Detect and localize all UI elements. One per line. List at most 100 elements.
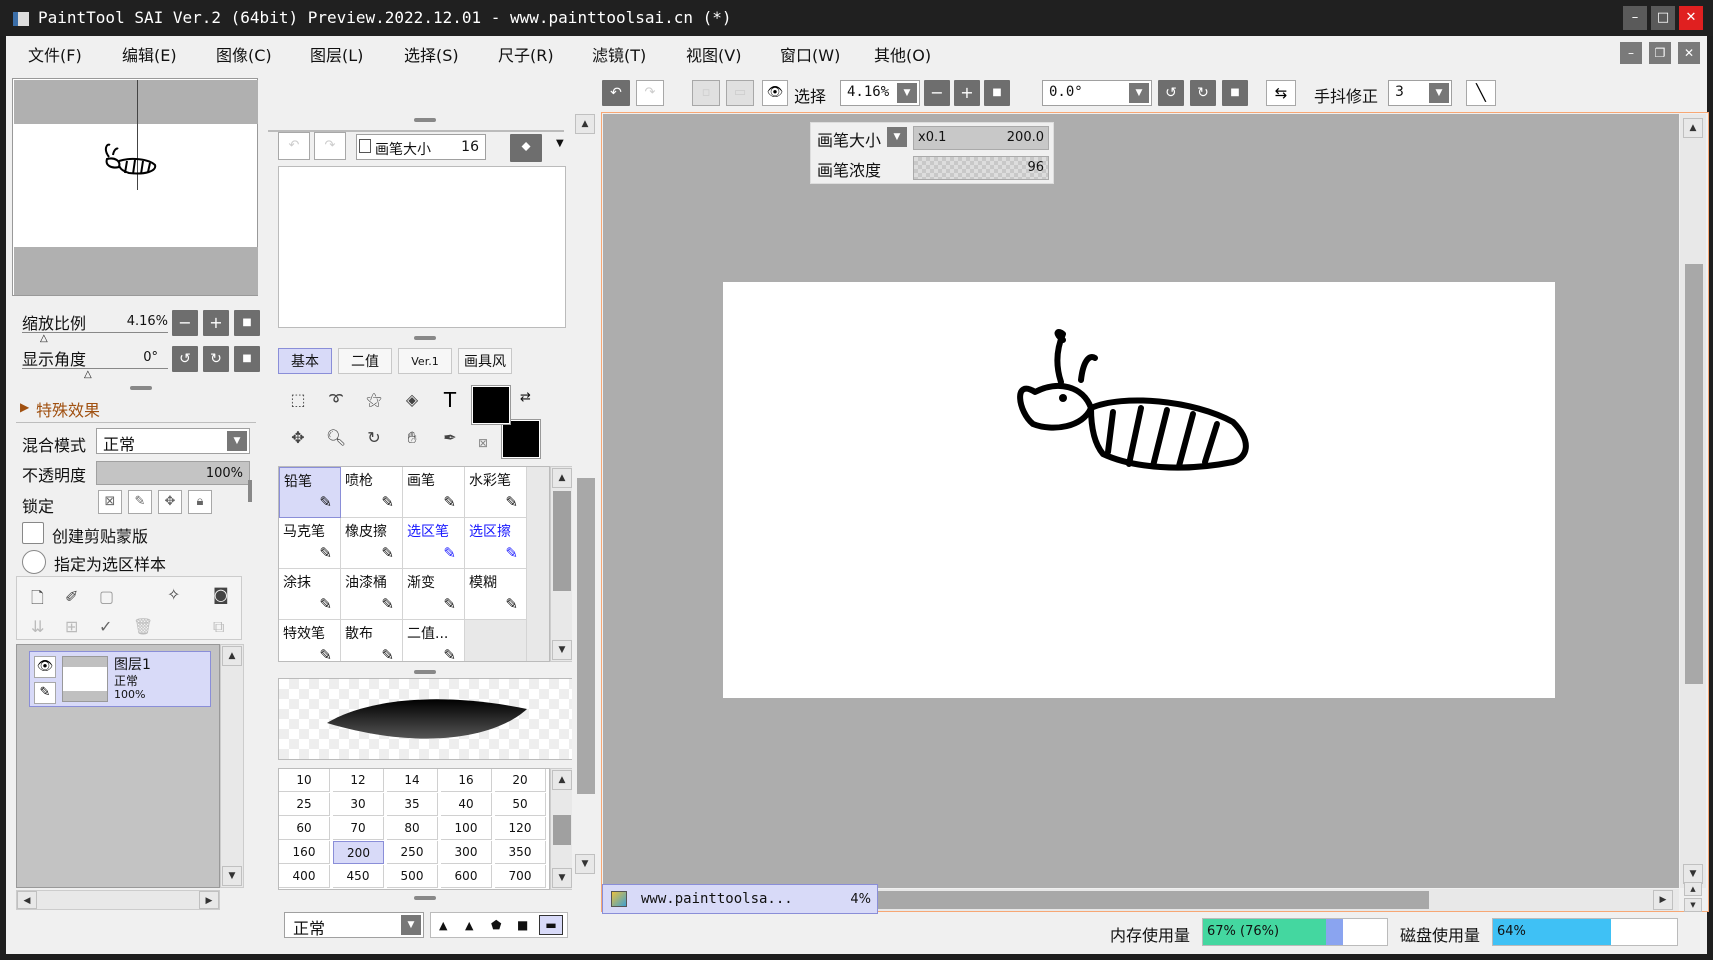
tab-basic[interactable]: 基本 [278,348,332,374]
canvas-zoom-reset-button[interactable]: ■ [984,80,1010,106]
brush-size-option[interactable]: 300 [441,841,492,864]
panel-splitter[interactable] [414,336,436,340]
effects-label[interactable]: 特殊效果 [36,397,100,421]
layer-list-scrollbar[interactable]: ▲ ▼ [220,644,244,888]
brush-size-option[interactable]: 450 [333,865,384,888]
scroll-down-button[interactable]: ▼ [222,866,242,886]
zoom-out-button[interactable]: − [172,310,198,336]
lock-transparency-icon[interactable]: ⊠ [98,490,122,514]
close-button[interactable]: ✕ [1679,6,1703,30]
brush-size-option[interactable]: 70 [333,817,384,840]
menu-other[interactable]: 其他(O) [874,42,931,66]
rotate-left-button[interactable]: ↺ [172,346,198,372]
tool-panel-scrollbar[interactable]: ▲ ▼ [572,72,598,952]
layer-row[interactable]: 👁︎ ✎ 图层1 正常 100% [29,651,211,707]
scratch-pad[interactable] [278,166,566,328]
angle-slider-handle[interactable]: △ [84,369,92,380]
brush-size-option[interactable]: 80 [387,817,438,840]
add-icon[interactable]: ⊞ [65,617,78,636]
tool-grid-scrollbar[interactable]: ▲ ▼ [550,466,574,662]
tool-watercolor[interactable]: 水彩笔 ✎ [465,467,527,518]
sample-radio[interactable] [22,550,46,574]
brush-size-option[interactable]: 14 [387,769,438,792]
brush-size-option[interactable]: 50 [495,793,546,816]
scroll-left-button[interactable]: ◀ [17,891,37,909]
deselect-icon[interactable]: ▫ [692,80,720,106]
redo-button[interactable]: ↷ [636,80,664,106]
scroll-up-button[interactable]: ▲ [552,770,572,790]
trash-icon[interactable]: 🗑︎ [133,617,153,636]
brush-shape-2-icon[interactable]: ▲ [465,919,473,932]
tool-marker[interactable]: 马克笔 ✎ [279,518,341,569]
brush-size-field[interactable]: 画笔大小 16 [356,134,486,160]
lock-move-icon[interactable]: ✥ [158,490,182,514]
canvas-zoom-out-button[interactable]: − [924,80,950,106]
redo-icon[interactable]: ↷ [314,132,346,160]
brush-shape-1-icon[interactable]: ▲ [439,919,447,932]
scroll-up-button[interactable]: ▲ [575,114,595,134]
brush-size-option[interactable]: 60 [279,817,330,840]
menu-window[interactable]: 窗口(W) [780,42,840,66]
new-folder-icon[interactable]: ▢ [99,587,114,606]
brush-shape-3-icon[interactable]: ⬟ [491,918,501,932]
panel-menu-chevron-icon[interactable]: ▼ [556,138,564,149]
brush-size-option[interactable]: 250 [387,841,438,864]
scroll-right-button[interactable]: ▶ [1653,890,1673,910]
panel-splitter[interactable] [414,896,436,900]
document-tab[interactable]: www.painttoolsa... 4% [602,884,878,914]
brush-size-option[interactable]: 500 [387,865,438,888]
panel-splitter[interactable] [130,386,152,390]
brush-size-option[interactable]: 10 [279,769,330,792]
scroll-up-button[interactable]: ▲ [552,468,572,488]
blend-mode-select[interactable]: 正常 ▼ [96,428,250,454]
navigator-preview[interactable] [12,78,258,296]
zoom-select[interactable]: 4.16% ▼ [840,80,920,106]
doc-minimize-button[interactable]: – [1620,42,1642,64]
angle-value[interactable]: 0° [112,350,158,365]
brush-size-option[interactable]: 35 [387,793,438,816]
menu-edit[interactable]: 编辑(E) [122,42,177,66]
clear-layer-icon[interactable]: ✓ [99,617,112,636]
scroll-up-button[interactable]: ▲ [1683,118,1703,138]
size-grid-scrollbar[interactable]: ▲ ▼ [550,768,574,890]
tool-smudge[interactable]: 涂抹 ✎ [279,569,341,620]
tabs-scroll-up-button[interactable]: ▲ [1684,882,1702,896]
invert-select-icon[interactable]: ▭ [726,80,754,106]
maximize-button[interactable]: □ [1651,6,1675,30]
doc-close-button[interactable]: ✕ [1678,42,1700,64]
shape-icon[interactable]: ◈ [400,390,424,409]
merge-visible-icon[interactable]: ⧉ [213,617,224,637]
canvas-vscroll[interactable]: ▲ ▼ [1680,114,1706,888]
overlay-density-slider[interactable]: 96 [913,156,1049,180]
minimize-button[interactable]: – [1623,6,1647,30]
zoom-in-button[interactable]: + [203,310,229,336]
menu-image[interactable]: 图像(C) [216,42,272,66]
tool-effect-pen[interactable]: 特效笔 ✎ [279,620,341,661]
new-layer-icon[interactable]: 🗋 [31,587,44,614]
undo-button[interactable]: ↶ [602,80,630,106]
canvas-rotate-left-button[interactable]: ↺ [1158,80,1184,106]
tool-pencil[interactable]: 铅笔 ✎ [279,467,341,518]
scroll-thumb[interactable] [553,815,571,845]
brush-shape-4-icon[interactable]: ■ [517,918,528,932]
rotate-tool-icon[interactable]: ↻ [362,428,386,447]
brush-size-option[interactable]: 25 [279,793,330,816]
new-vector-layer-icon[interactable]: ✐ [65,587,78,606]
brush-size-option[interactable]: 160 [279,841,330,864]
expand-arrow-icon[interactable]: ▶ [20,400,29,414]
scroll-thumb[interactable] [1685,264,1703,684]
brush-size-option[interactable]: 350 [495,841,546,864]
tool-eraser[interactable]: 橡皮擦 ✎ [341,518,403,569]
scroll-thumb[interactable] [577,478,595,794]
scroll-down-button[interactable]: ▼ [552,640,572,660]
tab-ver1[interactable]: Ver.1 [398,348,452,374]
tool-bucket[interactable]: 油漆桶 ✎ [341,569,403,620]
eye-icon[interactable]: 👁︎ [34,656,56,678]
panel-splitter-v[interactable] [248,480,252,502]
hand-icon[interactable]: ✋︎ [400,428,424,448]
flip-horizontal-icon[interactable]: ⇆ [1266,80,1296,106]
brush-size-option[interactable]: 600 [441,865,492,888]
zoom-value[interactable]: 4.16% [112,314,168,329]
tool-binary[interactable]: 二值... ✎ [403,620,465,661]
menu-filter[interactable]: 滤镜(T) [592,42,646,66]
